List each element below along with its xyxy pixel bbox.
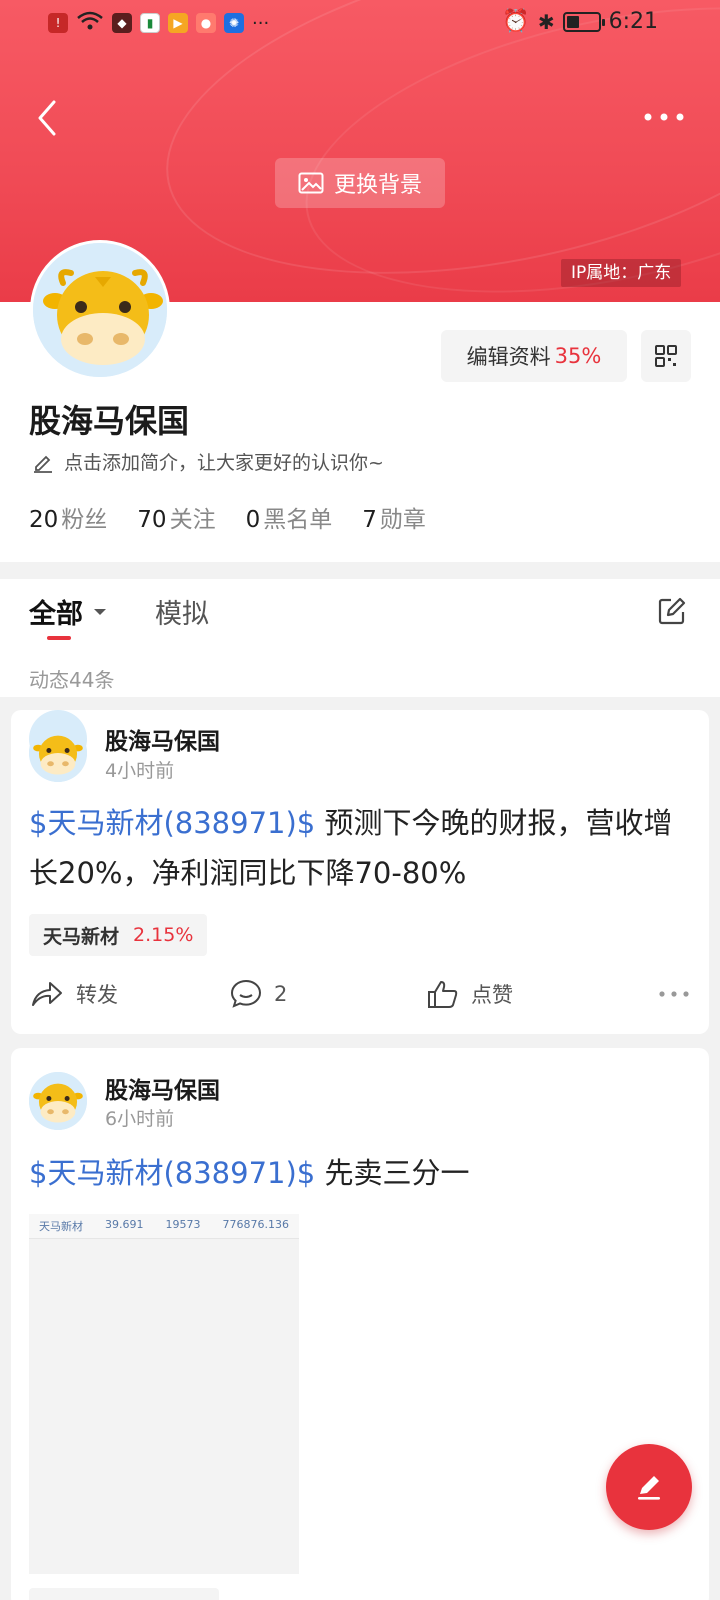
stat-label: 关注 bbox=[169, 507, 216, 533]
back-button[interactable] bbox=[30, 96, 66, 140]
stat-blacklist[interactable]: 0 黑名单 bbox=[246, 500, 333, 534]
comment-icon bbox=[230, 979, 262, 1008]
change-background-button[interactable]: 更换背景 bbox=[275, 158, 445, 208]
more-horizontal-icon bbox=[644, 113, 684, 121]
app-notification-icon: ▮ bbox=[140, 13, 160, 33]
qr-code-icon bbox=[655, 345, 677, 367]
thumbs-up-icon bbox=[428, 981, 458, 1008]
battery-icon bbox=[562, 11, 605, 32]
profile-stats: 20 粉丝 70 关注 0 黑名单 7 勋章 bbox=[29, 500, 426, 534]
cow-avatar-icon bbox=[33, 243, 167, 377]
post-image[interactable]: 天马新材 39.691 19573 776876.136 bbox=[29, 1214, 299, 1574]
post-content[interactable]: $天马新材(838971)$ 先卖三分一 bbox=[29, 1148, 679, 1198]
post-time: 6小时前 bbox=[105, 1108, 175, 1130]
stat-label: 勋章 bbox=[379, 507, 426, 533]
profile-completion-percent: 35% bbox=[554, 344, 602, 368]
alert-icon: ! bbox=[48, 13, 68, 33]
alarm-icon: ⏰ bbox=[502, 9, 530, 34]
stat-following[interactable]: 70 关注 bbox=[137, 500, 215, 534]
post-avatar[interactable] bbox=[29, 1072, 87, 1130]
more-options-button[interactable] bbox=[640, 104, 696, 130]
profile-username: 股海马保国 bbox=[29, 402, 190, 440]
post-count: 动态44条 bbox=[29, 668, 115, 692]
post-content[interactable]: $天马新材(838971)$ 预测下今晚的财报，营收增长20%，净利润同比下降7… bbox=[29, 798, 679, 898]
stock-link[interactable]: $天马新材(838971)$ bbox=[29, 1156, 315, 1190]
wifi-icon bbox=[76, 11, 104, 35]
stock-tag-change: 2.15% bbox=[133, 924, 194, 946]
stock-tag[interactable]: 天马新材 2.15% bbox=[29, 914, 208, 956]
stat-fans[interactable]: 20 粉丝 bbox=[29, 500, 107, 534]
lightbulb-icon: ✺ bbox=[224, 13, 244, 33]
add-bio-link[interactable]: 点击添加简介，让大家更好的认识你~ bbox=[32, 448, 384, 475]
image-cell: 39.691 bbox=[105, 1218, 144, 1231]
image-cell: 776876.136 bbox=[222, 1218, 289, 1231]
caret-down-icon bbox=[94, 608, 106, 615]
bio-placeholder: 点击添加简介，让大家更好的认识你~ bbox=[64, 452, 384, 474]
post-more-button[interactable] bbox=[656, 986, 692, 1002]
post-avatar[interactable] bbox=[29, 724, 87, 782]
stat-number: 20 bbox=[29, 507, 59, 533]
app-notification-icon: ● bbox=[196, 13, 216, 33]
stock-tag[interactable] bbox=[29, 1588, 219, 1600]
clock-time: 6:21 bbox=[608, 9, 658, 34]
more-horizontal-icon bbox=[659, 991, 689, 997]
comment-button[interactable]: 2 bbox=[230, 979, 287, 1009]
avatar[interactable] bbox=[30, 240, 170, 380]
stat-number: 7 bbox=[362, 507, 377, 533]
stock-link[interactable]: $天马新材(838971)$ bbox=[29, 806, 315, 840]
repost-label: 转发 bbox=[76, 983, 118, 1007]
comment-count: 2 bbox=[274, 982, 288, 1006]
more-notifications-icon: ··· bbox=[252, 12, 270, 34]
pencil-icon bbox=[34, 455, 52, 473]
post-body: 先卖三分一 bbox=[315, 1156, 470, 1190]
share-icon bbox=[32, 982, 62, 1006]
edit-profile-label: 编辑资料 bbox=[466, 345, 551, 369]
cow-avatar-icon bbox=[29, 724, 87, 782]
tab-all-label: 全部 bbox=[29, 599, 83, 630]
system-status: ⏰ ✱ 6:21 bbox=[502, 9, 658, 34]
stat-medals[interactable]: 7 勋章 bbox=[362, 500, 426, 534]
image-table-row: 天马新材 39.691 19573 776876.136 bbox=[29, 1214, 299, 1239]
ip-location-badge: IP属地：广东 bbox=[561, 259, 682, 287]
bluetooth-icon: ✱ bbox=[537, 9, 555, 34]
status-bar: ! ◆ ▮ ▶ ● ✺ ··· ⏰ ✱ 6:21 bbox=[0, 0, 720, 44]
play-app-icon: ▶ bbox=[168, 13, 188, 33]
image-cell: 天马新材 bbox=[39, 1220, 83, 1233]
stat-number: 70 bbox=[137, 507, 167, 533]
qr-code-button[interactable] bbox=[641, 330, 691, 382]
image-cell: 19573 bbox=[165, 1218, 201, 1231]
post-author[interactable]: 股海马保国 bbox=[105, 722, 220, 756]
post-author[interactable]: 股海马保国 bbox=[105, 1071, 220, 1105]
cow-avatar-icon bbox=[29, 1072, 87, 1130]
tab-all[interactable]: 全部 bbox=[29, 592, 107, 631]
post-time: 4小时前 bbox=[105, 760, 175, 782]
pencil-icon bbox=[638, 1476, 660, 1500]
stat-label: 粉丝 bbox=[61, 507, 108, 533]
tab-simulation[interactable]: 模拟 bbox=[155, 592, 209, 631]
change-background-label: 更换背景 bbox=[333, 173, 422, 198]
edit-profile-button[interactable]: 编辑资料 35% bbox=[441, 330, 627, 382]
stock-tag-name: 天马新材 bbox=[43, 925, 120, 948]
repost-button[interactable]: 转发 bbox=[30, 979, 118, 1009]
stat-label: 黑名单 bbox=[263, 507, 333, 533]
new-post-fab[interactable] bbox=[606, 1444, 692, 1530]
image-icon bbox=[298, 172, 324, 194]
active-tab-indicator bbox=[47, 636, 71, 640]
chevron-left-icon bbox=[38, 100, 56, 136]
like-button[interactable]: 点赞 bbox=[427, 979, 513, 1009]
stat-number: 0 bbox=[245, 507, 261, 533]
like-label: 点赞 bbox=[471, 983, 513, 1007]
edit-post-icon[interactable] bbox=[657, 596, 687, 626]
app-notification-icon: ◆ bbox=[112, 13, 132, 33]
notification-icons: ! ◆ ▮ ▶ ● ✺ ··· bbox=[48, 11, 269, 35]
